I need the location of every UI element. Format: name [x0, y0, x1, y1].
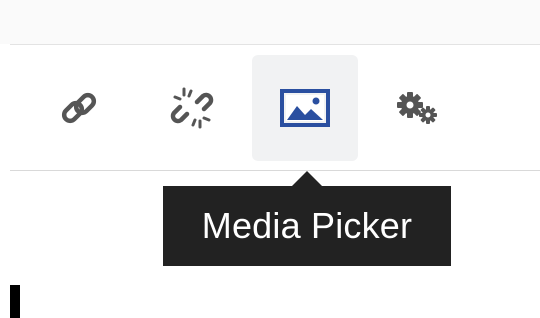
toolbar-divider: [10, 170, 540, 171]
media-picker-tooltip: Media Picker: [163, 186, 451, 266]
settings-button[interactable]: [366, 55, 472, 161]
editor-top-strip: [0, 0, 540, 44]
gears-icon: [397, 92, 437, 124]
tooltip-label: Media Picker: [201, 205, 413, 246]
editor-toolbar: [10, 45, 540, 170]
remove-link-button[interactable]: [139, 55, 245, 161]
media-picker-button[interactable]: [252, 55, 358, 161]
tooltip-arrow: [292, 171, 322, 186]
unlink-icon: [170, 87, 214, 129]
image-icon: [280, 89, 330, 127]
link-icon: [61, 92, 97, 124]
insert-link-button[interactable]: [26, 55, 132, 161]
text-cursor: [10, 285, 20, 318]
